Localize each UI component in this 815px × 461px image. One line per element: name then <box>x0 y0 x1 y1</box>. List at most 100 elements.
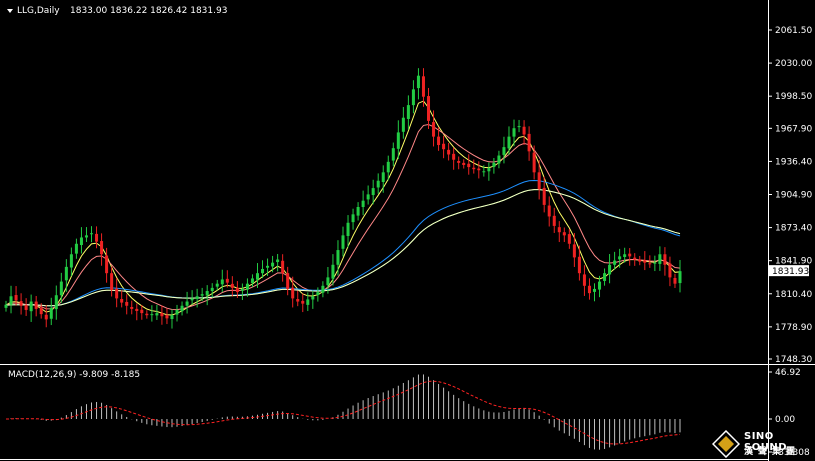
candle-down <box>522 126 526 135</box>
candle-up <box>54 295 58 310</box>
candle-up <box>603 273 607 281</box>
candle-up <box>618 256 622 260</box>
candle-down <box>291 287 295 299</box>
candle-down <box>547 205 551 217</box>
macd-tick-label: 0.00 <box>775 415 795 425</box>
diamond-logo-icon <box>712 430 740 458</box>
candle-up <box>396 132 400 149</box>
candle-up <box>59 281 63 296</box>
moving-averages <box>5 100 681 316</box>
candle-down <box>230 283 234 288</box>
candle-up <box>678 271 682 284</box>
candle-up <box>185 301 189 306</box>
chart-canvas[interactable]: LLG,Daily 1833.00 1836.22 1826.42 1831.9… <box>0 0 815 461</box>
candle-down <box>557 227 561 233</box>
candle-down <box>582 274 586 286</box>
candle-down <box>663 254 667 265</box>
candle-up <box>366 194 370 200</box>
candle-down <box>225 278 229 283</box>
candle-up <box>492 162 496 167</box>
candle-up <box>150 314 154 316</box>
candle-down <box>160 313 164 317</box>
price-tick-label: 2030.00 <box>775 59 812 69</box>
candle-down <box>668 263 672 278</box>
candle-up <box>356 207 360 216</box>
candle-down <box>432 122 436 137</box>
candle-up <box>613 260 617 265</box>
trading-chart-window: LLG,Daily 1833.00 1836.22 1826.42 1831.9… <box>0 0 815 461</box>
price-tick-label: 1936.40 <box>775 157 812 167</box>
candle-up <box>341 235 345 249</box>
logo-brand-cn: 漢聲集團 <box>744 447 801 457</box>
candle-down <box>648 263 652 265</box>
ohlc-values: 1833.00 1836.22 1826.42 1831.93 <box>70 6 227 16</box>
candle-up <box>517 126 521 128</box>
candle-down <box>567 234 571 244</box>
candle-up <box>155 313 159 316</box>
candle-up <box>351 214 355 223</box>
current-price-marker: 1831.93 <box>769 265 809 277</box>
macd-tick-label: 46.92 <box>775 368 801 378</box>
candle-up <box>79 237 83 246</box>
candle-up <box>487 168 491 172</box>
candle-up <box>482 171 486 173</box>
ma-line-5 <box>5 100 681 316</box>
candle-down <box>477 168 481 171</box>
candle-up <box>240 288 244 291</box>
candle-up <box>195 296 199 300</box>
candle-down <box>235 287 239 293</box>
candle-down <box>442 143 446 150</box>
candle-up <box>406 105 410 119</box>
candle-up <box>346 222 350 236</box>
candle-up <box>311 296 315 300</box>
candle-down <box>527 133 531 152</box>
candle-down <box>19 301 23 306</box>
candle-down <box>447 149 451 155</box>
candle-down <box>120 299 124 303</box>
price-tick-label: 1748.30 <box>775 355 812 365</box>
candle-down <box>34 301 38 309</box>
candle-up <box>371 188 375 196</box>
candle-down <box>421 76 425 97</box>
candle-up <box>215 283 219 287</box>
candle-up <box>180 305 184 312</box>
candle-up <box>205 291 209 296</box>
candle-down <box>532 152 536 173</box>
candle-up <box>250 278 254 284</box>
candle-down <box>467 163 471 168</box>
candle-down <box>145 313 149 316</box>
candle-up <box>266 265 270 268</box>
candle-up <box>89 233 94 235</box>
macd-histogram <box>10 374 681 450</box>
candle-up <box>271 262 275 267</box>
candle-up <box>261 268 265 274</box>
candle-down <box>39 307 43 315</box>
candle-down <box>110 273 114 290</box>
price-tick-label: 1810.40 <box>775 290 812 300</box>
candle-up <box>598 281 602 290</box>
candle-down <box>577 256 581 274</box>
candle-down <box>44 314 48 320</box>
candle-down <box>537 172 541 190</box>
price-tick-label: 1967.90 <box>775 124 812 134</box>
menu-triangle-icon[interactable] <box>7 9 13 13</box>
candle-down <box>135 308 139 311</box>
price-tick-label: 1778.90 <box>775 323 812 333</box>
candle-up <box>170 315 174 319</box>
candle-up <box>411 89 415 106</box>
candle-up <box>175 309 179 315</box>
candle-up <box>200 294 204 296</box>
candle-up <box>401 117 405 132</box>
candle-up <box>326 277 330 286</box>
candle-down <box>472 167 476 170</box>
candle-up <box>608 264 612 275</box>
candle-down <box>587 285 591 294</box>
candle-down <box>572 244 576 258</box>
candle-up <box>331 264 335 279</box>
current-price-label: 1831.93 <box>772 267 809 277</box>
candle-down <box>437 136 441 146</box>
candle-down <box>633 257 637 260</box>
candle-down <box>100 241 104 255</box>
candle-down <box>462 162 466 165</box>
candle-down <box>286 273 290 289</box>
